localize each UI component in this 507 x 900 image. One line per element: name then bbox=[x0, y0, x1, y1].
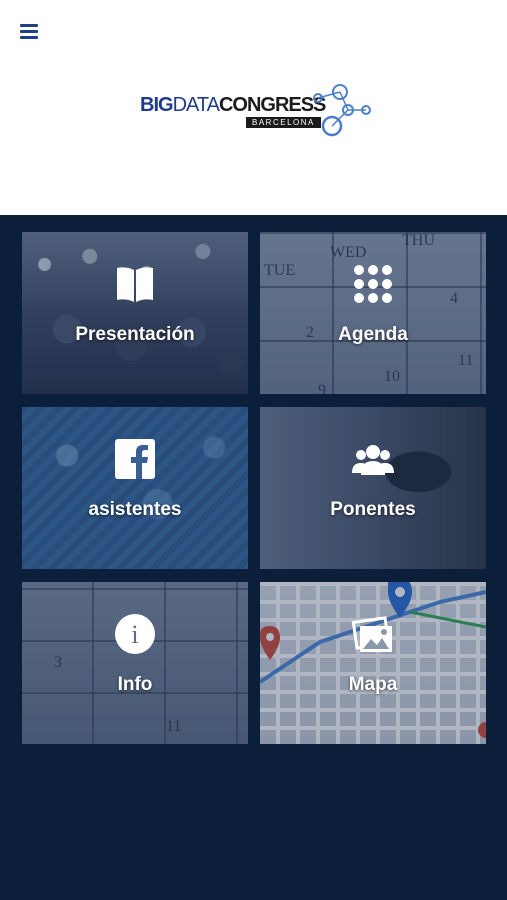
hamburger-menu-icon[interactable] bbox=[18, 20, 42, 44]
tile-ponentes[interactable]: Ponentes bbox=[260, 407, 486, 569]
big-data-congress-logo: BIGDATACONGRESS BARCELONA bbox=[138, 80, 373, 140]
info-icon: i bbox=[115, 614, 155, 654]
svg-text:i: i bbox=[131, 620, 138, 649]
facebook-icon bbox=[115, 439, 155, 479]
tile-overlay bbox=[22, 232, 248, 394]
grid-dots-icon bbox=[354, 265, 392, 303]
tile-overlay bbox=[260, 232, 486, 394]
image-icon bbox=[351, 616, 392, 652]
tile-label: Mapa bbox=[348, 674, 398, 695]
tile-mapa[interactable]: Mapa bbox=[260, 582, 486, 744]
logo-wordmark: BIGDATACONGRESS bbox=[140, 94, 326, 117]
logo-subtitle: BARCELONA bbox=[246, 117, 321, 128]
tile-overlay bbox=[22, 582, 248, 744]
people-icon bbox=[352, 445, 394, 475]
tile-presentacion[interactable]: Presentación bbox=[22, 232, 248, 394]
network-nodes-icon bbox=[313, 84, 371, 137]
tile-overlay bbox=[260, 582, 486, 744]
book-icon bbox=[117, 267, 153, 302]
menu-bar bbox=[20, 30, 38, 33]
tile-info[interactable]: 3 11 i Info bbox=[22, 582, 248, 744]
logo-congress: CONGRESS bbox=[218, 94, 326, 116]
tile-agenda[interactable]: TUE WED THU 2 4 10 11 9 Agenda bbox=[260, 232, 486, 394]
tile-overlay bbox=[260, 407, 486, 569]
tile-label: Agenda bbox=[338, 324, 408, 345]
menu-bar bbox=[20, 36, 38, 39]
tile-overlay bbox=[22, 407, 248, 569]
menu-bar bbox=[20, 24, 38, 27]
tile-label: asistentes bbox=[88, 499, 182, 520]
tile-label: Info bbox=[117, 674, 153, 695]
tile-label: Presentación bbox=[75, 324, 195, 345]
app-header: BIGDATACONGRESS BARCELONA bbox=[0, 0, 507, 215]
tile-label: Ponentes bbox=[330, 499, 416, 520]
tile-asistentes[interactable]: asistentes bbox=[22, 407, 248, 569]
logo-data: DATA bbox=[172, 94, 220, 116]
logo-big: BIG bbox=[140, 94, 174, 116]
